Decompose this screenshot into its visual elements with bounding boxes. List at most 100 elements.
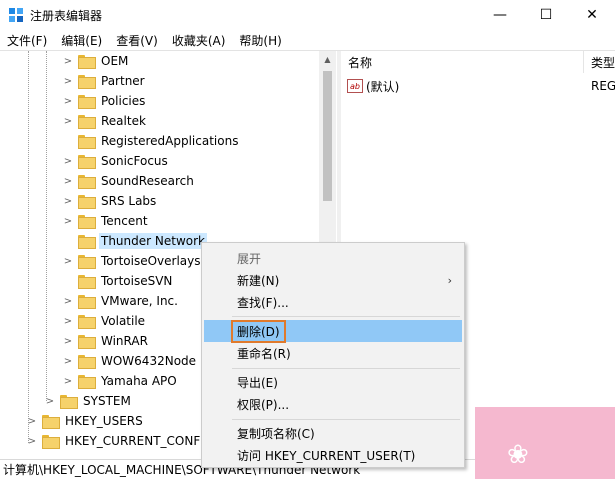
menu-separator [232, 368, 460, 369]
chevron-right-icon[interactable]: > [62, 71, 74, 91]
chevron-right-icon[interactable]: > [62, 211, 74, 231]
column-header-name[interactable]: 名称 [341, 51, 584, 73]
scrollbar-thumb[interactable] [323, 71, 332, 201]
tree-item-label: SYSTEM [83, 394, 131, 408]
tree-item-tortoisesvn[interactable]: TortoiseSVN [62, 271, 174, 291]
folder-icon [78, 255, 96, 269]
tree-item-volatile[interactable]: > Volatile [62, 311, 147, 331]
tree-item-thunder-network[interactable]: Thunder Network [62, 231, 207, 251]
menu-item-new[interactable]: 新建(N) › [204, 269, 462, 291]
chevron-right-icon[interactable]: > [62, 351, 74, 371]
tree-item-system[interactable]: > SYSTEM [44, 391, 133, 411]
tree-guide-line [46, 51, 47, 401]
menu-item-export[interactable]: 导出(E) [204, 371, 462, 393]
folder-icon [60, 395, 78, 409]
tree-item-label: WOW6432Node [101, 354, 197, 368]
close-button[interactable]: ✕ [569, 0, 615, 30]
chevron-right-icon[interactable]: > [62, 171, 74, 191]
menu-favorites[interactable]: 收藏夹(A) [165, 30, 233, 50]
folder-icon [78, 95, 96, 109]
folder-icon [78, 55, 96, 69]
menu-bar: 文件(F) 编辑(E) 查看(V) 收藏夹(A) 帮助(H) [0, 30, 615, 50]
tree-item-label: HKEY_CURRENT_CONFIG [65, 434, 214, 448]
menu-item-find[interactable]: 查找(F)... [204, 291, 462, 313]
menu-item-label: 复制项名称(C) [237, 426, 315, 441]
menu-item-rename[interactable]: 重命名(R) [204, 342, 462, 364]
tree-item-hkey-users[interactable]: > HKEY_USERS [26, 411, 145, 431]
chevron-right-icon[interactable]: > [62, 291, 74, 311]
value-name: (默认) [366, 79, 400, 94]
chevron-right-icon: › [447, 273, 452, 287]
menu-item-label: 查找(F)... [237, 295, 289, 310]
column-header-type[interactable]: 类型 [585, 51, 615, 73]
tree-item-label: Partner [101, 74, 145, 88]
folder-icon [78, 135, 96, 149]
tree-item-label: OEM [101, 54, 129, 68]
tree-item-soundresearch[interactable]: > SoundResearch [62, 171, 196, 191]
tree-item-label: TortoiseOverlays [101, 254, 201, 268]
folder-icon [78, 215, 96, 229]
menu-item-label: 删除(D) [231, 319, 286, 343]
chevron-right-icon[interactable]: > [26, 411, 38, 431]
menu-item-permissions[interactable]: 权限(P)... [204, 393, 462, 415]
menu-edit[interactable]: 编辑(E) [54, 30, 109, 50]
chevron-right-icon[interactable]: > [62, 111, 74, 131]
menu-item-delete[interactable]: 删除(D) [204, 319, 462, 343]
tree-item-realtek[interactable]: > Realtek [62, 111, 148, 131]
chevron-right-icon[interactable]: > [62, 371, 74, 391]
tree-item-label: RegisteredApplications [101, 134, 239, 148]
tree-item-tortoiseoverlays[interactable]: > TortoiseOverlays [62, 251, 203, 271]
tree-item-srs-labs[interactable]: > SRS Labs [62, 191, 158, 211]
tree-item-label: Thunder Network [99, 233, 207, 249]
tree-item-label: Yamaha APO [101, 374, 177, 388]
tree-item-registeredapplications[interactable]: RegisteredApplications [62, 131, 240, 151]
chevron-right-icon[interactable]: > [62, 151, 74, 171]
menu-item-goto-hkcu[interactable]: 访问 HKEY_CURRENT_USER(T) [204, 444, 462, 466]
chevron-right-icon[interactable]: > [62, 331, 74, 351]
scroll-up-icon[interactable]: ▲ [319, 51, 336, 68]
watermark [475, 407, 615, 479]
tree-item-vmware[interactable]: > VMware, Inc. [62, 291, 180, 311]
chevron-right-icon[interactable]: > [62, 191, 74, 211]
tree-item-winrar[interactable]: > WinRAR [62, 331, 150, 351]
chevron-right-icon[interactable]: > [62, 251, 74, 271]
chevron-right-icon[interactable]: > [62, 51, 74, 71]
folder-icon [78, 335, 96, 349]
tree-item-hkey-current-config[interactable]: > HKEY_CURRENT_CONFIG [26, 431, 215, 451]
tree-item-partner[interactable]: > Partner [62, 71, 147, 91]
tree-item-oem[interactable]: > OEM [62, 51, 130, 71]
folder-icon [78, 155, 96, 169]
menu-file[interactable]: 文件(F) [0, 30, 54, 50]
menu-item-label: 重命名(R) [237, 346, 291, 361]
context-menu: 展开 新建(N) › 查找(F)... 删除(D) 重命名(R) 导出(E) 权… [201, 242, 465, 468]
tree-item-yamaha-apo[interactable]: > Yamaha APO [62, 371, 179, 391]
menu-item-label: 新建(N) [237, 273, 280, 288]
tree-item-label: Volatile [101, 314, 146, 328]
tree-item-label: WinRAR [101, 334, 148, 348]
title-bar: 注册表编辑器 — ☐ ✕ [0, 0, 615, 30]
menu-item-label: 权限(P)... [237, 397, 290, 412]
minimize-button[interactable]: — [477, 0, 523, 30]
tree-item-wow6432node[interactable]: > WOW6432Node [62, 351, 198, 371]
chevron-right-icon[interactable]: > [44, 391, 56, 411]
folder-icon [42, 415, 60, 429]
string-value-icon: ab [347, 79, 363, 93]
value-row-default[interactable]: ab (默认) [347, 77, 399, 95]
menu-item-label: 展开 [237, 251, 262, 266]
folder-icon [78, 75, 96, 89]
menu-help[interactable]: 帮助(H) [232, 30, 288, 50]
maximize-button[interactable]: ☐ [523, 0, 569, 30]
menu-view[interactable]: 查看(V) [109, 30, 165, 50]
chevron-right-icon[interactable]: > [62, 311, 74, 331]
value-type: REG [591, 79, 615, 93]
tree-item-policies[interactable]: > Policies [62, 91, 147, 111]
chevron-right-icon[interactable]: > [26, 431, 38, 451]
menu-item-copy-key-name[interactable]: 复制项名称(C) [204, 422, 462, 444]
chevron-right-icon[interactable]: > [62, 91, 74, 111]
tree-item-sonicfocus[interactable]: > SonicFocus [62, 151, 170, 171]
menu-item-expand[interactable]: 展开 [204, 247, 462, 269]
tree-item-tencent[interactable]: > Tencent [62, 211, 150, 231]
